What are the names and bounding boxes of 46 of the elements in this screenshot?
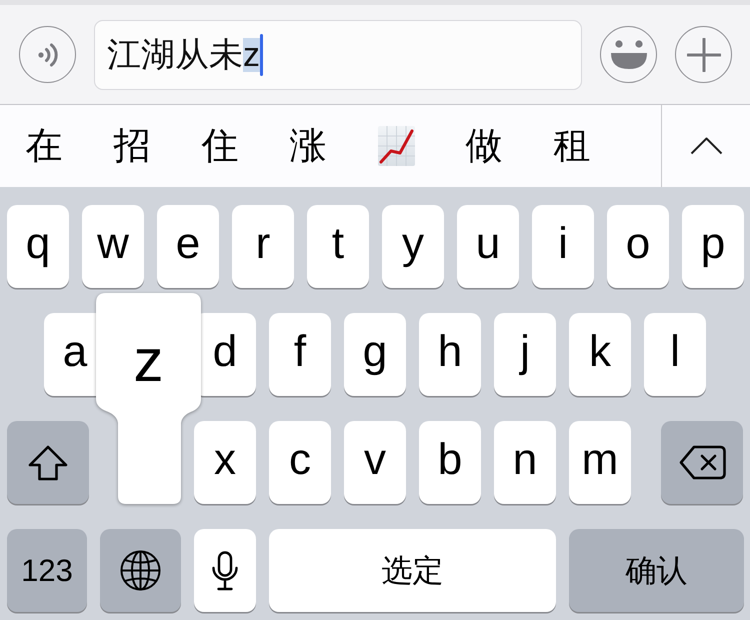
candidate[interactable]: 做 [440, 105, 528, 187]
smiley-icon [610, 40, 648, 70]
letter-key[interactable]: t [307, 205, 369, 288]
shift-key[interactable] [7, 421, 89, 504]
numbers-key[interactable]: 123 [7, 529, 87, 612]
letter-key[interactable]: o [607, 205, 669, 288]
letter-key[interactable]: u [457, 205, 519, 288]
letter-key[interactable]: j [494, 313, 556, 396]
candidate[interactable]: 租 [528, 105, 616, 187]
key-preview-tooltip[interactable]: z [96, 293, 201, 504]
sound-waves-icon [38, 42, 58, 66]
letter-key[interactable]: b [419, 421, 481, 504]
globe-key[interactable] [100, 529, 181, 612]
space-key[interactable]: 选定 [269, 529, 556, 612]
letter-key[interactable]: m [569, 421, 631, 504]
letter-key[interactable]: k [569, 313, 631, 396]
candidate[interactable]: 在 [0, 105, 88, 187]
letter-key[interactable]: x [194, 421, 256, 504]
candidate[interactable]: 涨 [264, 105, 352, 187]
letter-key[interactable]: y [382, 205, 444, 288]
letter-key[interactable]: n [494, 421, 556, 504]
backspace-key[interactable] [661, 421, 743, 504]
letter-key[interactable]: p [682, 205, 744, 288]
backspace-icon [678, 445, 726, 480]
letter-key[interactable]: f [269, 313, 331, 396]
letter-key[interactable]: w [82, 205, 144, 288]
letter-key[interactable]: q [7, 205, 69, 288]
letter-key[interactable]: g [344, 313, 406, 396]
plus-icon [686, 38, 720, 72]
rising-chart-icon [378, 126, 414, 166]
letter-key[interactable]: i [532, 205, 594, 288]
letter-key[interactable]: r [232, 205, 294, 288]
chevron-up-icon [690, 137, 722, 155]
globe-icon [120, 550, 161, 591]
letter-key[interactable]: l [644, 313, 706, 396]
shift-icon [28, 444, 68, 480]
letter-key[interactable]: e [157, 205, 219, 288]
microphone-icon [211, 550, 239, 590]
candidate[interactable]: 住 [176, 105, 264, 187]
letter-key[interactable]: c [269, 421, 331, 504]
confirm-key[interactable]: 确认 [569, 529, 744, 612]
letter-key[interactable]: h [419, 313, 481, 396]
candidate[interactable]: 招 [88, 105, 176, 187]
microphone-key[interactable] [194, 529, 256, 612]
letter-key[interactable]: v [344, 421, 406, 504]
message-field[interactable]: 江湖从未z [94, 20, 582, 90]
